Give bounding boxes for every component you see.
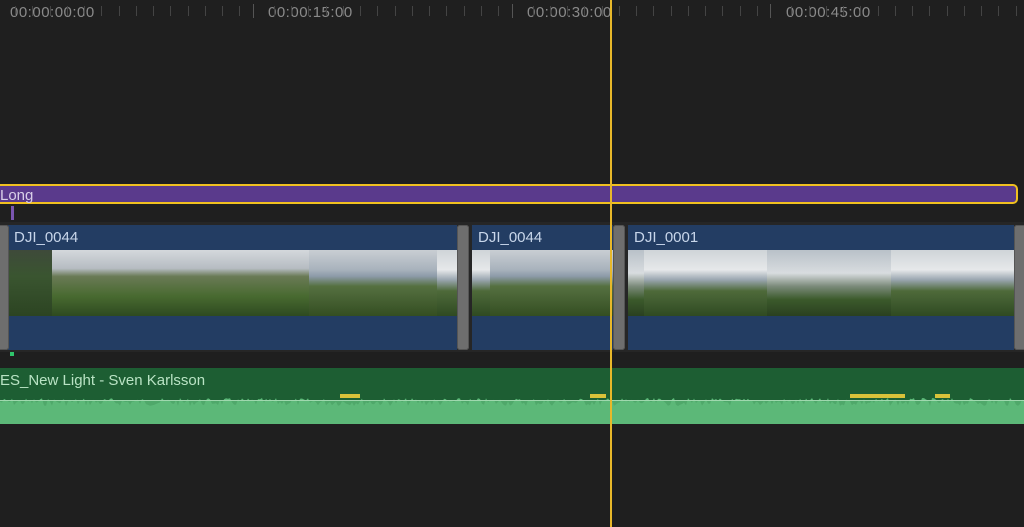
ruler-tick [188,6,189,16]
ruler-tick [84,6,85,16]
ruler-tick [826,6,827,16]
ruler-tick [291,6,292,16]
ruler-tick [947,6,948,16]
ruler-tick [770,4,771,18]
clip-edge-handle[interactable] [457,225,469,350]
ruler-tick [101,6,102,16]
ruler-tick [274,6,275,16]
ruler-tick [153,6,154,16]
ruler-tick [15,6,16,16]
video-clip[interactable]: DJI_0001 [628,225,1014,350]
audio-connection-marker [10,352,14,356]
ruler-tick [205,6,206,16]
timeline-ruler[interactable]: 00:00:00:00 00:00:15:00 00:00:30:00 00:0… [0,0,1024,26]
ruler-tick [653,6,654,16]
ruler-tick [722,6,723,16]
ruler-tick [878,6,879,16]
ruler-tick [308,6,309,16]
ruler-tick [791,6,792,16]
ruler-tick [584,6,585,16]
ruler-tick [360,6,361,16]
ruler-tick [446,6,447,16]
clip-name: DJI_0044 [478,229,543,246]
ruler-tick [1016,6,1017,16]
ruler-tick [32,6,33,16]
clip-name: DJI_0001 [634,229,699,246]
video-clip[interactable]: DJI_0044 [472,225,613,350]
video-clip[interactable]: DJI_0044 [8,225,457,350]
connection-line [11,206,14,220]
ruler-tick [981,6,982,16]
ruler-tick [119,6,120,16]
ruler-tick [67,6,68,16]
ruler-tick [343,6,344,16]
ruler-timecode: 00:00:45:00 [786,4,871,21]
ruler-tick [239,6,240,16]
ruler-tick [929,6,930,16]
filmstrip [472,250,613,316]
ruler-timecode: 00:00:15:00 [268,4,353,21]
ruler-tick [809,6,810,16]
ruler-tick [326,6,327,16]
filmstrip [8,250,457,316]
ruler-tick [671,6,672,16]
ruler-tick [481,6,482,16]
ruler-tick [395,6,396,16]
ruler-tick [50,6,51,16]
clip-edge-handle[interactable] [613,225,625,350]
clip-edge-handle[interactable] [0,225,9,350]
audio-clip[interactable]: ES_New Light - Sven Karlsson [0,368,1024,424]
ruler-tick [498,6,499,16]
ruler-tick [222,6,223,16]
ruler-tick [253,4,254,18]
ruler-tick [464,6,465,16]
filmstrip [628,250,1014,316]
ruler-tick [740,6,741,16]
ruler-tick [533,6,534,16]
ruler-tick [567,6,568,16]
ruler-tick [377,6,378,16]
ruler-tick [705,6,706,16]
ruler-tick [964,6,965,16]
playhead-line[interactable] [610,0,612,527]
audio-waveform [0,394,1024,424]
ruler-tick [136,6,137,16]
clip-edge-handle[interactable] [1014,225,1024,350]
ruler-tick [636,6,637,16]
ruler-tick [602,6,603,16]
ruler-tick [757,6,758,16]
ruler-tick [429,6,430,16]
ruler-tick [619,6,620,16]
title-clip[interactable]: Long [0,184,1018,204]
ruler-tick [912,6,913,16]
ruler-tick [843,6,844,16]
clip-name: DJI_0044 [14,229,79,246]
ruler-tick [512,4,513,18]
ruler-tick [860,6,861,16]
title-clip-label: Long [0,187,34,204]
ruler-tick [895,6,896,16]
ruler-tick [412,6,413,16]
ruler-tick [170,6,171,16]
ruler-tick [998,6,999,16]
ruler-timecode: 00:00:30:00 [527,4,612,21]
ruler-tick [688,6,689,16]
ruler-tick [550,6,551,16]
ruler-timecode: 00:00:00:00 [10,4,95,21]
